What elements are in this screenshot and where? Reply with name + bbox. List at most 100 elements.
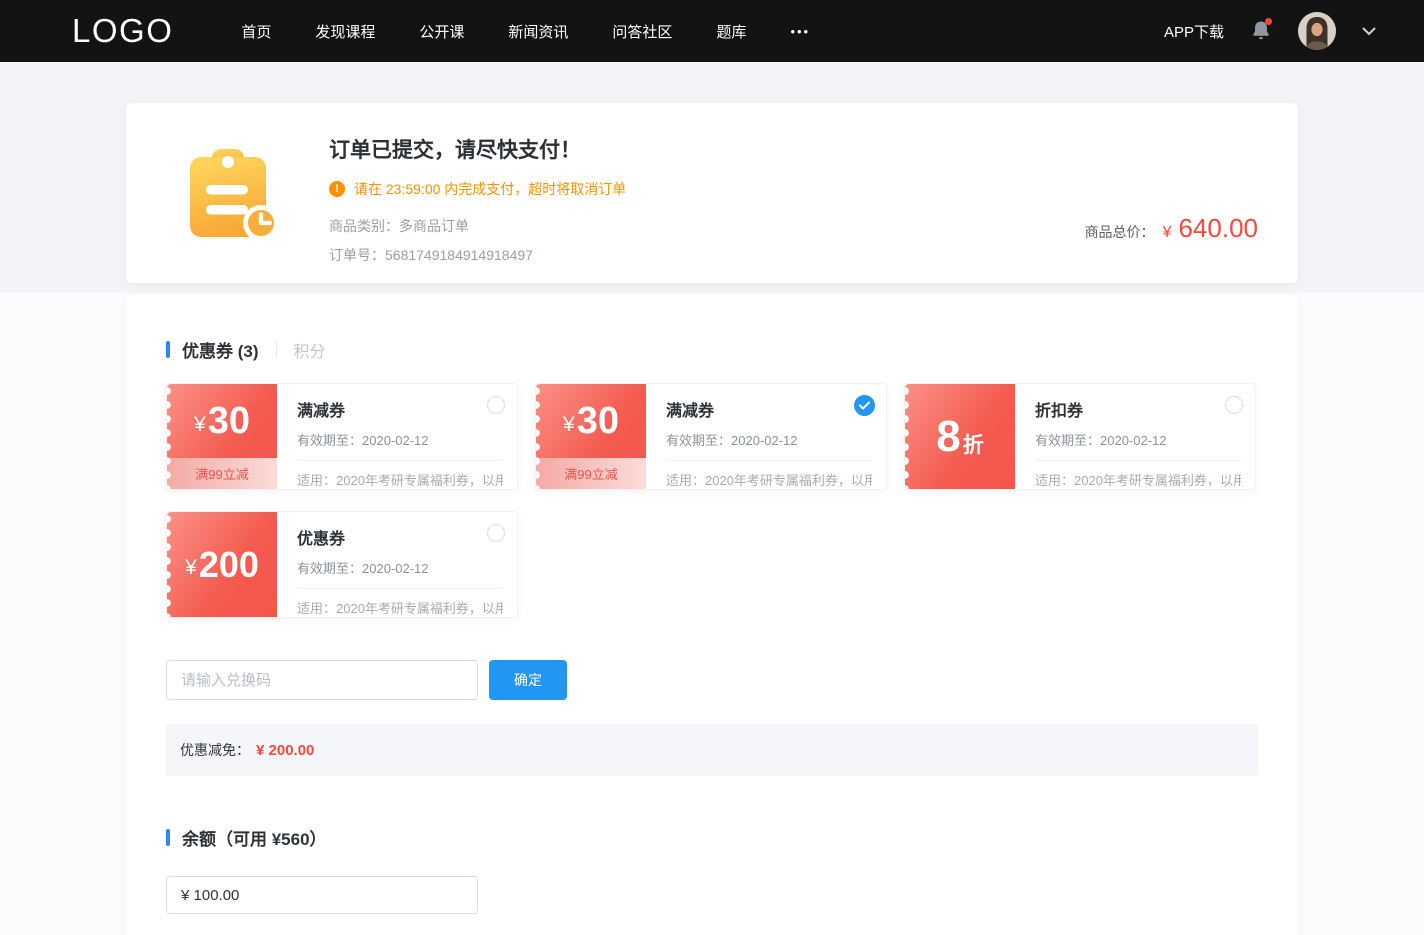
nav-item-open-courses[interactable]: 公开课 bbox=[419, 21, 464, 42]
discount-summary-row: 优惠减免： ¥ 200.00 bbox=[166, 724, 1258, 776]
payment-options-card: 优惠券 (3) 积分 ¥ 30 满99立减 满减券 有效期至：2020-02-1… bbox=[126, 295, 1298, 935]
coupon-card-fullcut-2-selected[interactable]: ¥ 30 满99立减 满减券 有效期至：2020-02-12 适用：2020年考… bbox=[535, 383, 887, 490]
top-nav: LOGO 首页 发现课程 公开课 新闻资讯 问答社区 题库 ••• APP下载 bbox=[0, 0, 1424, 62]
app-download-link[interactable]: APP下载 bbox=[1164, 21, 1224, 42]
coupon-validity: 有效期至：2020-02-12 bbox=[297, 430, 503, 449]
coupon-card-voucher[interactable]: ¥ 200 优惠券 有效期至：2020-02-12 适用：2020年考研专属福利… bbox=[166, 511, 518, 618]
coupon-stub: 8 折 bbox=[905, 384, 1015, 489]
coupon-body: 满减券 有效期至：2020-02-12 适用：2020年考研专属福利券，以用..… bbox=[277, 384, 517, 489]
total-currency: ¥ bbox=[1163, 224, 1172, 242]
nav-item-home[interactable]: 首页 bbox=[241, 21, 271, 42]
nav-item-discover-courses[interactable]: 发现课程 bbox=[315, 21, 375, 42]
section-accent-bar bbox=[166, 341, 170, 358]
coupon-scope: 适用：2020年考研专属福利券，以用... bbox=[1035, 460, 1241, 489]
validity-label: 有效期至： bbox=[297, 433, 362, 448]
chevron-down-icon[interactable] bbox=[1362, 27, 1376, 36]
coupon-card-fullcut-1[interactable]: ¥ 30 满99立减 满减券 有效期至：2020-02-12 适用：2020年考… bbox=[166, 383, 518, 490]
tab-coupons[interactable]: 优惠券 (3) bbox=[182, 337, 259, 362]
warning-text: 请在 23:59:00 内完成支付，超时将取消订单 bbox=[354, 179, 626, 199]
coupon-stub: ¥ 30 满99立减 bbox=[536, 384, 646, 489]
nav-item-news[interactable]: 新闻资讯 bbox=[508, 21, 568, 42]
notification-dot bbox=[1265, 18, 1272, 25]
coupon-scope: 适用：2020年考研专属福利券，以用... bbox=[297, 460, 503, 489]
order-title: 订单已提交，请尽快支付！ bbox=[329, 134, 626, 164]
coupon-body: 满减券 有效期至：2020-02-12 适用：2020年考研专属福利券，以用..… bbox=[646, 384, 886, 489]
ticket-scallop-edge bbox=[167, 512, 175, 617]
validity-label: 有效期至： bbox=[666, 433, 731, 448]
coupon-name: 优惠券 bbox=[297, 525, 503, 549]
tab-divider bbox=[276, 342, 277, 357]
coupon-validity: 有效期至：2020-02-12 bbox=[297, 558, 503, 577]
coupon-name: 满减券 bbox=[297, 397, 503, 421]
avatar-image bbox=[1298, 12, 1336, 50]
nav-right: APP下载 bbox=[1164, 12, 1376, 50]
validity-label: 有效期至： bbox=[1035, 433, 1100, 448]
order-summary-card: 订单已提交，请尽快支付！ ! 请在 23:59:00 内完成支付，超时将取消订单… bbox=[126, 103, 1298, 283]
balance-title: 余额（可用 ¥560） bbox=[182, 825, 327, 850]
balance-section-header: 余额（可用 ¥560） bbox=[166, 825, 1258, 850]
balance-amount-input[interactable] bbox=[166, 876, 478, 914]
order-number-value: 5681749184914918497 bbox=[385, 247, 533, 263]
coupon-body: 优惠券 有效期至：2020-02-12 适用：2020年考研专属福利券，以用..… bbox=[277, 512, 517, 617]
validity-date: 2020-02-12 bbox=[362, 433, 429, 448]
coupon-currency: ¥ bbox=[194, 413, 206, 437]
coupon-validity: 有效期至：2020-02-12 bbox=[1035, 430, 1241, 449]
coupon-currency: ¥ bbox=[563, 413, 575, 437]
order-info: 订单已提交，请尽快支付！ ! 请在 23:59:00 内完成支付，超时将取消订单… bbox=[329, 134, 626, 283]
coupon-section-header: 优惠券 (3) 积分 bbox=[166, 337, 1258, 362]
coupon-condition-tag: 满99立减 bbox=[536, 458, 646, 489]
user-avatar[interactable] bbox=[1298, 12, 1336, 50]
coupon-radio[interactable] bbox=[487, 396, 505, 414]
coupon-amount: 8 bbox=[936, 412, 960, 462]
coupon-condition-tag: 满99立减 bbox=[167, 458, 277, 489]
coupon-stub: ¥ 30 满99立减 bbox=[167, 384, 277, 489]
confirm-button[interactable]: 确定 bbox=[489, 660, 567, 700]
tab-points[interactable]: 积分 bbox=[294, 338, 326, 362]
coupon-scope: 适用：2020年考研专属福利券，以用... bbox=[666, 460, 872, 489]
warning-icon: ! bbox=[329, 181, 345, 197]
clipboard-icon bbox=[184, 147, 281, 283]
nav-item-qa-community[interactable]: 问答社区 bbox=[612, 21, 672, 42]
coupon-card-discount[interactable]: 8 折 折扣券 有效期至：2020-02-12 适用：2020年考研专属福利券，… bbox=[904, 383, 1256, 490]
validity-date: 2020-02-12 bbox=[731, 433, 798, 448]
payment-deadline-warning: ! 请在 23:59:00 内完成支付，超时将取消订单 bbox=[329, 179, 626, 199]
section-accent-bar bbox=[166, 829, 170, 846]
discount-label: 优惠减免： bbox=[180, 740, 250, 760]
notification-bell-icon[interactable] bbox=[1250, 19, 1272, 43]
validity-date: 2020-02-12 bbox=[1100, 433, 1167, 448]
coupon-currency: ¥ bbox=[185, 556, 197, 580]
total-price-label: 商品总价： bbox=[1085, 222, 1155, 242]
logo[interactable]: LOGO bbox=[72, 12, 173, 50]
coupon-radio[interactable] bbox=[487, 524, 505, 542]
coupon-validity: 有效期至：2020-02-12 bbox=[666, 430, 872, 449]
order-number-row: 订单号：5681749184914918497 bbox=[329, 245, 626, 265]
coupon-amount: 30 bbox=[208, 400, 250, 443]
validity-label: 有效期至： bbox=[297, 561, 362, 576]
coupon-amount: 30 bbox=[577, 400, 619, 443]
order-category-row: 商品类别：多商品订单 bbox=[329, 216, 626, 236]
nav-menu: 首页 发现课程 公开课 新闻资讯 问答社区 题库 ••• bbox=[241, 21, 810, 42]
coupon-body: 折扣券 有效期至：2020-02-12 适用：2020年考研专属福利券，以用..… bbox=[1015, 384, 1255, 489]
coupon-grid: ¥ 30 满99立减 满减券 有效期至：2020-02-12 适用：2020年考… bbox=[166, 383, 1258, 618]
coupon-name: 折扣券 bbox=[1035, 397, 1241, 421]
redeem-code-input[interactable] bbox=[166, 660, 478, 700]
coupon-amount: 200 bbox=[199, 544, 259, 586]
ticket-scallop-edge bbox=[167, 384, 175, 489]
ticket-scallop-edge bbox=[905, 384, 913, 489]
coupon-check-icon[interactable] bbox=[854, 395, 875, 416]
coupon-radio[interactable] bbox=[1225, 396, 1243, 414]
coupon-stub: ¥ 200 bbox=[167, 512, 277, 617]
coupon-scope: 适用：2020年考研专属福利券，以用... bbox=[297, 588, 503, 617]
total-price-value: 640.00 bbox=[1178, 213, 1258, 244]
more-menu-icon[interactable]: ••• bbox=[790, 24, 810, 39]
order-category-value: 多商品订单 bbox=[399, 218, 469, 234]
ticket-scallop-edge bbox=[536, 384, 544, 489]
coupon-amount-suffix: 折 bbox=[963, 429, 984, 459]
order-total: 商品总价： ¥ 640.00 bbox=[1085, 213, 1258, 244]
discount-value: ¥ 200.00 bbox=[256, 742, 314, 759]
redeem-code-row: 确定 bbox=[166, 660, 1258, 700]
order-category-label: 商品类别： bbox=[329, 218, 399, 234]
validity-date: 2020-02-12 bbox=[362, 561, 429, 576]
nav-item-question-bank[interactable]: 题库 bbox=[716, 21, 746, 42]
order-number-label: 订单号： bbox=[329, 247, 385, 263]
